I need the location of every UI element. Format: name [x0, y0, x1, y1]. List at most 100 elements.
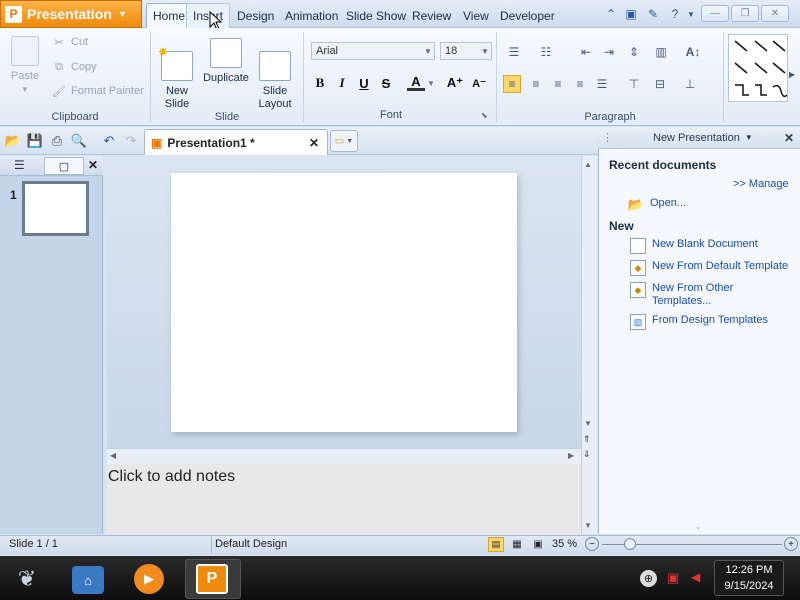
undo-icon[interactable]: ↶ [100, 132, 118, 150]
zoom-slider-handle[interactable] [624, 538, 636, 550]
from-design-templates-link[interactable]: ▧ From Design Templates [630, 314, 768, 330]
zoom-in-icon[interactable]: + [784, 537, 798, 551]
gallery-more-icon[interactable]: ▶ [789, 70, 795, 79]
bullets-icon[interactable]: ☰ [505, 43, 523, 61]
slide-show-icon[interactable]: ▣ [530, 537, 546, 552]
increase-indent-icon[interactable]: ⇥ [600, 43, 618, 61]
slide-canvas[interactable] [171, 173, 517, 432]
close-panel-icon[interactable]: ✕ [88, 158, 102, 174]
zoom-out-icon[interactable]: − [585, 537, 599, 551]
format-painter-button[interactable]: 🖌 Format Painter [52, 84, 144, 98]
font-name-select[interactable]: Arial ▼ [311, 42, 435, 60]
close-pane-icon[interactable]: ✕ [784, 131, 794, 145]
tab-design[interactable]: Design [231, 3, 280, 28]
outline-view-icon[interactable]: ☰ [14, 158, 32, 174]
tray-add-icon[interactable]: ⊕ [640, 570, 657, 587]
scroll-right-icon[interactable]: ▶ [568, 451, 574, 460]
duplicate-button[interactable]: Duplicate [202, 38, 250, 85]
start-menu-icon[interactable]: ❦ [10, 562, 44, 596]
grow-font-icon[interactable]: A⁺ [446, 74, 464, 92]
scroll-down-icon[interactable]: ▼ [584, 419, 592, 428]
horizontal-scrollbar[interactable] [107, 448, 581, 464]
skin-icon[interactable]: ✎ [645, 6, 661, 22]
restore-button[interactable]: ❐ [731, 5, 759, 22]
scroll-down-icon[interactable]: ▼ [584, 521, 592, 530]
help-dropdown-icon[interactable]: ▼ [683, 6, 699, 22]
tab-slide-show[interactable]: Slide Show [340, 3, 412, 28]
presentation-app-icon[interactable]: P [196, 564, 228, 594]
align-middle-icon[interactable]: ⊟ [651, 75, 669, 93]
shrink-font-icon[interactable]: A⁻ [470, 74, 488, 92]
strikethrough-button[interactable]: S [377, 74, 395, 92]
italic-button[interactable]: I [333, 74, 351, 92]
paste-button[interactable]: Paste ▼ [6, 36, 44, 96]
minimize-button[interactable]: — [701, 5, 729, 22]
chevron-down-icon[interactable]: ▼ [427, 79, 435, 88]
cut-button[interactable]: ✂ Cut [52, 35, 88, 49]
redo-icon[interactable]: ↷ [122, 132, 140, 150]
app-menu-button[interactable]: P Presentation ▼ [0, 0, 142, 28]
new-from-default-template-link[interactable]: ◆ New From Default Template [630, 260, 788, 276]
manage-link[interactable]: >> Manage [733, 178, 789, 190]
tab-developer[interactable]: Developer [494, 3, 561, 28]
bold-button[interactable]: B [311, 74, 329, 92]
vertical-scrollbar[interactable] [581, 156, 597, 534]
window-switch-icon[interactable]: ▣ [623, 6, 639, 22]
decrease-indent-icon[interactable]: ⇤ [577, 43, 595, 61]
font-color-icon[interactable]: A [407, 74, 425, 91]
network-icon[interactable]: ▣ [667, 570, 679, 586]
close-tab-icon[interactable]: ✕ [309, 136, 319, 150]
scroll-left-icon[interactable]: ◀ [110, 451, 116, 460]
font-dialog-launcher-icon[interactable]: ⬊ [481, 111, 488, 120]
file-manager-icon[interactable]: ⌂ [72, 566, 104, 594]
close-window-button[interactable]: ✕ [761, 5, 789, 22]
divider [723, 32, 724, 122]
print-icon[interactable]: ⎙ [48, 132, 66, 150]
align-bottom-icon[interactable]: ⊥ [681, 75, 699, 93]
columns-icon[interactable]: ▥ [652, 43, 670, 61]
slide-thumbnail[interactable] [22, 181, 89, 236]
volume-muted-icon[interactable]: ◀ [691, 570, 700, 584]
pane-scroll-icon[interactable]: ⌄ [695, 522, 702, 531]
scroll-up-icon[interactable]: ▲ [584, 160, 592, 169]
text-direction-icon[interactable]: A↕ [684, 43, 702, 61]
open-link[interactable]: 📂 Open... [628, 197, 686, 213]
media-player-icon[interactable]: ▶ [134, 564, 164, 594]
tab-review[interactable]: Review [406, 3, 457, 28]
underline-button[interactable]: U [355, 74, 373, 92]
distribute-icon[interactable]: ☰ [593, 75, 611, 93]
task-pane-title[interactable]: New Presentation [653, 132, 740, 144]
chevron-down-icon[interactable]: ▼ [745, 133, 753, 142]
numbering-icon[interactable]: ☷ [537, 43, 555, 61]
print-preview-icon[interactable]: 🔍 [70, 132, 88, 150]
normal-view-icon[interactable]: ▤ [488, 537, 504, 552]
slide-layout-button[interactable]: Slide Layout [254, 38, 296, 111]
document-tab[interactable]: ▣ Presentation1 * ✕ [144, 129, 328, 155]
new-from-other-templates-link[interactable]: ◆ New From Other Templates... [630, 282, 790, 308]
previous-slide-icon[interactable]: ⇑ [583, 434, 591, 445]
align-left-icon[interactable]: ≡ [503, 75, 521, 93]
align-right-icon[interactable]: ≡ [549, 75, 567, 93]
line-spacing-icon[interactable]: ⇕ [625, 43, 643, 61]
drag-handle-icon[interactable]: ⋮ [602, 131, 613, 144]
new-slide-button[interactable]: ✸ New Slide [158, 38, 196, 111]
justify-icon[interactable]: ≡ [571, 75, 589, 93]
align-top-icon[interactable]: ⊤ [625, 75, 643, 93]
notes-pane[interactable]: Click to add notes [107, 464, 581, 534]
new-tab-button[interactable]: ▭ ▼ [330, 130, 358, 152]
help-icon[interactable]: ? [667, 6, 683, 22]
slides-view-icon[interactable]: ▢ [44, 157, 84, 175]
font-size-select[interactable]: 18 ▼ [440, 42, 492, 60]
next-slide-icon[interactable]: ⇓ [583, 449, 591, 460]
slide-sorter-icon[interactable]: ▦ [509, 537, 525, 552]
align-center-icon[interactable]: ≡ [527, 75, 545, 93]
open-folder-icon[interactable]: 📂 [4, 132, 22, 150]
copy-button[interactable]: ⧉ Copy [52, 60, 97, 74]
tab-animation[interactable]: Animation [279, 3, 344, 28]
save-icon[interactable]: 💾 [26, 132, 44, 150]
shapes-gallery[interactable] [728, 34, 788, 102]
tab-view[interactable]: View [457, 3, 495, 28]
tab-insert[interactable]: Insert [186, 3, 231, 28]
new-blank-document-link[interactable]: New Blank Document [630, 238, 758, 254]
collapse-ribbon-icon[interactable]: ⌃ [603, 6, 619, 22]
